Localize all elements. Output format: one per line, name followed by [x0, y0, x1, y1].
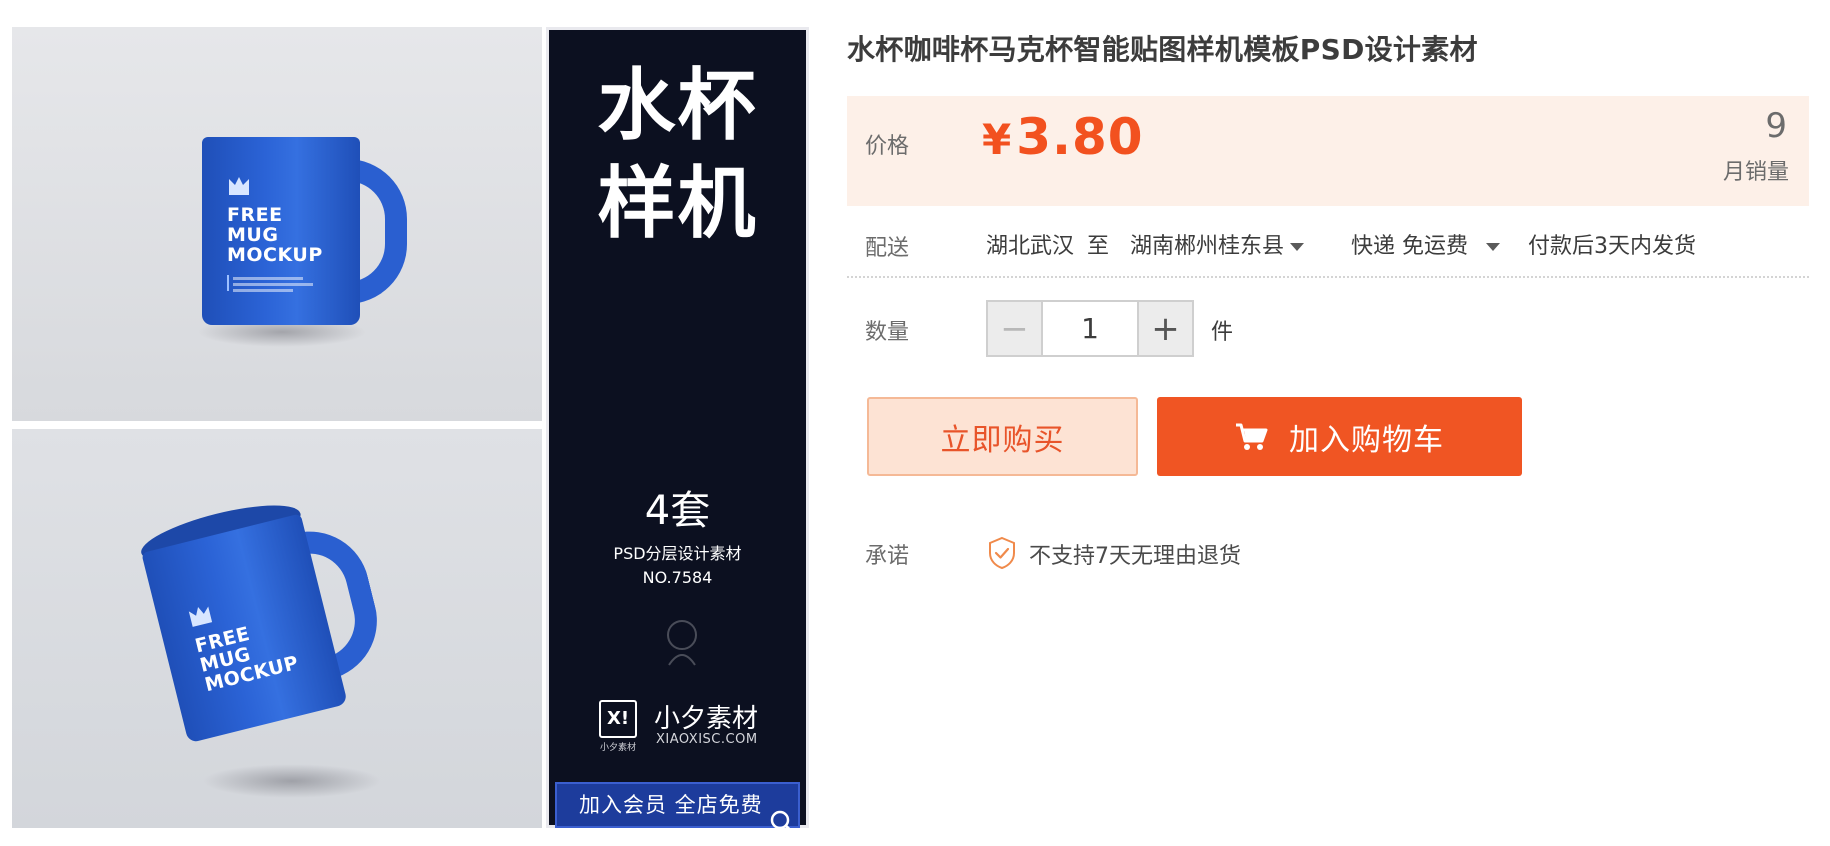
- mug-brand-icon: [229, 177, 249, 195]
- price-amount: 3.80: [1016, 108, 1144, 166]
- mug-illustration: FREE MUG MOCKUP: [187, 137, 447, 367]
- shipping-method: 快递: [1351, 234, 1396, 259]
- delivery-row: 配送 湖北武汉 至 湖南郴州桂东县 快递 免运费 付款后3天内发货: [847, 220, 1809, 278]
- shipping-method-select[interactable]: 快递 免运费: [1351, 228, 1501, 260]
- mug-photo-tilted[interactable]: FREE MUG MOCKUP: [12, 429, 542, 828]
- mug-print-line: MUG: [227, 224, 279, 246]
- product-gallery: FREE MUG MOCKUP FREE MUG MOCKUP 水杯 样机 4套…: [12, 27, 809, 835]
- promo-panel[interactable]: 水杯 样机 4套 PSD分层设计素材 NO.7584 X! 小夕素材 小夕素材 …: [546, 27, 809, 835]
- quantity-row: 数量 − + 件: [847, 300, 1447, 358]
- ship-to-value: 湖南郴州桂东县: [1130, 234, 1285, 259]
- promo-headline-line2: 样机: [597, 159, 758, 249]
- promo-headline-line1: 水杯: [597, 61, 758, 151]
- price-value: ¥3.80: [982, 108, 1144, 166]
- magnifier-icon[interactable]: [768, 808, 796, 836]
- price-label: 价格: [865, 134, 910, 159]
- watermark-icon: [667, 620, 697, 666]
- product-title: 水杯咖啡杯马克杯智能贴图样机模板PSD设计素材: [847, 33, 1478, 66]
- promo-number: NO.7584: [642, 568, 713, 587]
- chevron-down-icon: [1486, 243, 1501, 251]
- quantity-label: 数量: [865, 320, 910, 345]
- buy-now-button[interactable]: 立即购买: [867, 397, 1138, 476]
- cart-icon: [1236, 423, 1268, 450]
- ship-to-select[interactable]: 湖南郴州桂东县: [1130, 228, 1305, 260]
- ship-time: 付款后3天内发货: [1528, 234, 1696, 259]
- add-to-cart-label: 加入购物车: [1289, 422, 1444, 458]
- ship-from: 湖北武汉: [986, 234, 1075, 259]
- quantity-input[interactable]: [1041, 302, 1139, 355]
- promo-subtitle: PSD分层设计素材: [613, 544, 742, 563]
- brand-logo: X!: [599, 700, 637, 738]
- membership-banner[interactable]: 加入会员 全店免费: [555, 782, 800, 828]
- delivery-label: 配送: [865, 236, 910, 261]
- ship-to-word: 至: [1087, 234, 1110, 259]
- mug-print-line: MOCKUP: [227, 244, 323, 266]
- mug-photo-front[interactable]: FREE MUG MOCKUP: [12, 27, 542, 421]
- quantity-unit: 件: [1211, 320, 1234, 345]
- brand-url: XIAOXISC.COM: [656, 732, 758, 747]
- price-box: 价格 ¥3.80 9 月销量: [847, 96, 1809, 206]
- increase-button[interactable]: +: [1139, 302, 1192, 355]
- brand-logo-caption: 小夕素材: [599, 743, 636, 753]
- monthly-sales-label: 月销量: [1722, 160, 1789, 185]
- chevron-down-icon: [1290, 243, 1305, 251]
- shield-check-icon: [989, 536, 1015, 570]
- promise-label: 承诺: [865, 544, 910, 569]
- brand-name: 小夕素材: [654, 704, 759, 734]
- shipping-fee: 免运费: [1402, 234, 1469, 259]
- promise-row: 承诺 不支持7天无理由退货: [847, 534, 1447, 574]
- currency-symbol: ¥: [982, 115, 1013, 164]
- promise-text: 不支持7天无理由退货: [1029, 544, 1241, 569]
- monthly-sales-count: 9: [1765, 106, 1787, 146]
- decrease-button[interactable]: −: [988, 302, 1041, 355]
- quantity-stepper: − +: [986, 300, 1194, 357]
- add-to-cart-button[interactable]: 加入购物车: [1157, 397, 1522, 476]
- promo-count: 4套: [644, 488, 711, 534]
- mug-print-line: FREE: [227, 204, 283, 226]
